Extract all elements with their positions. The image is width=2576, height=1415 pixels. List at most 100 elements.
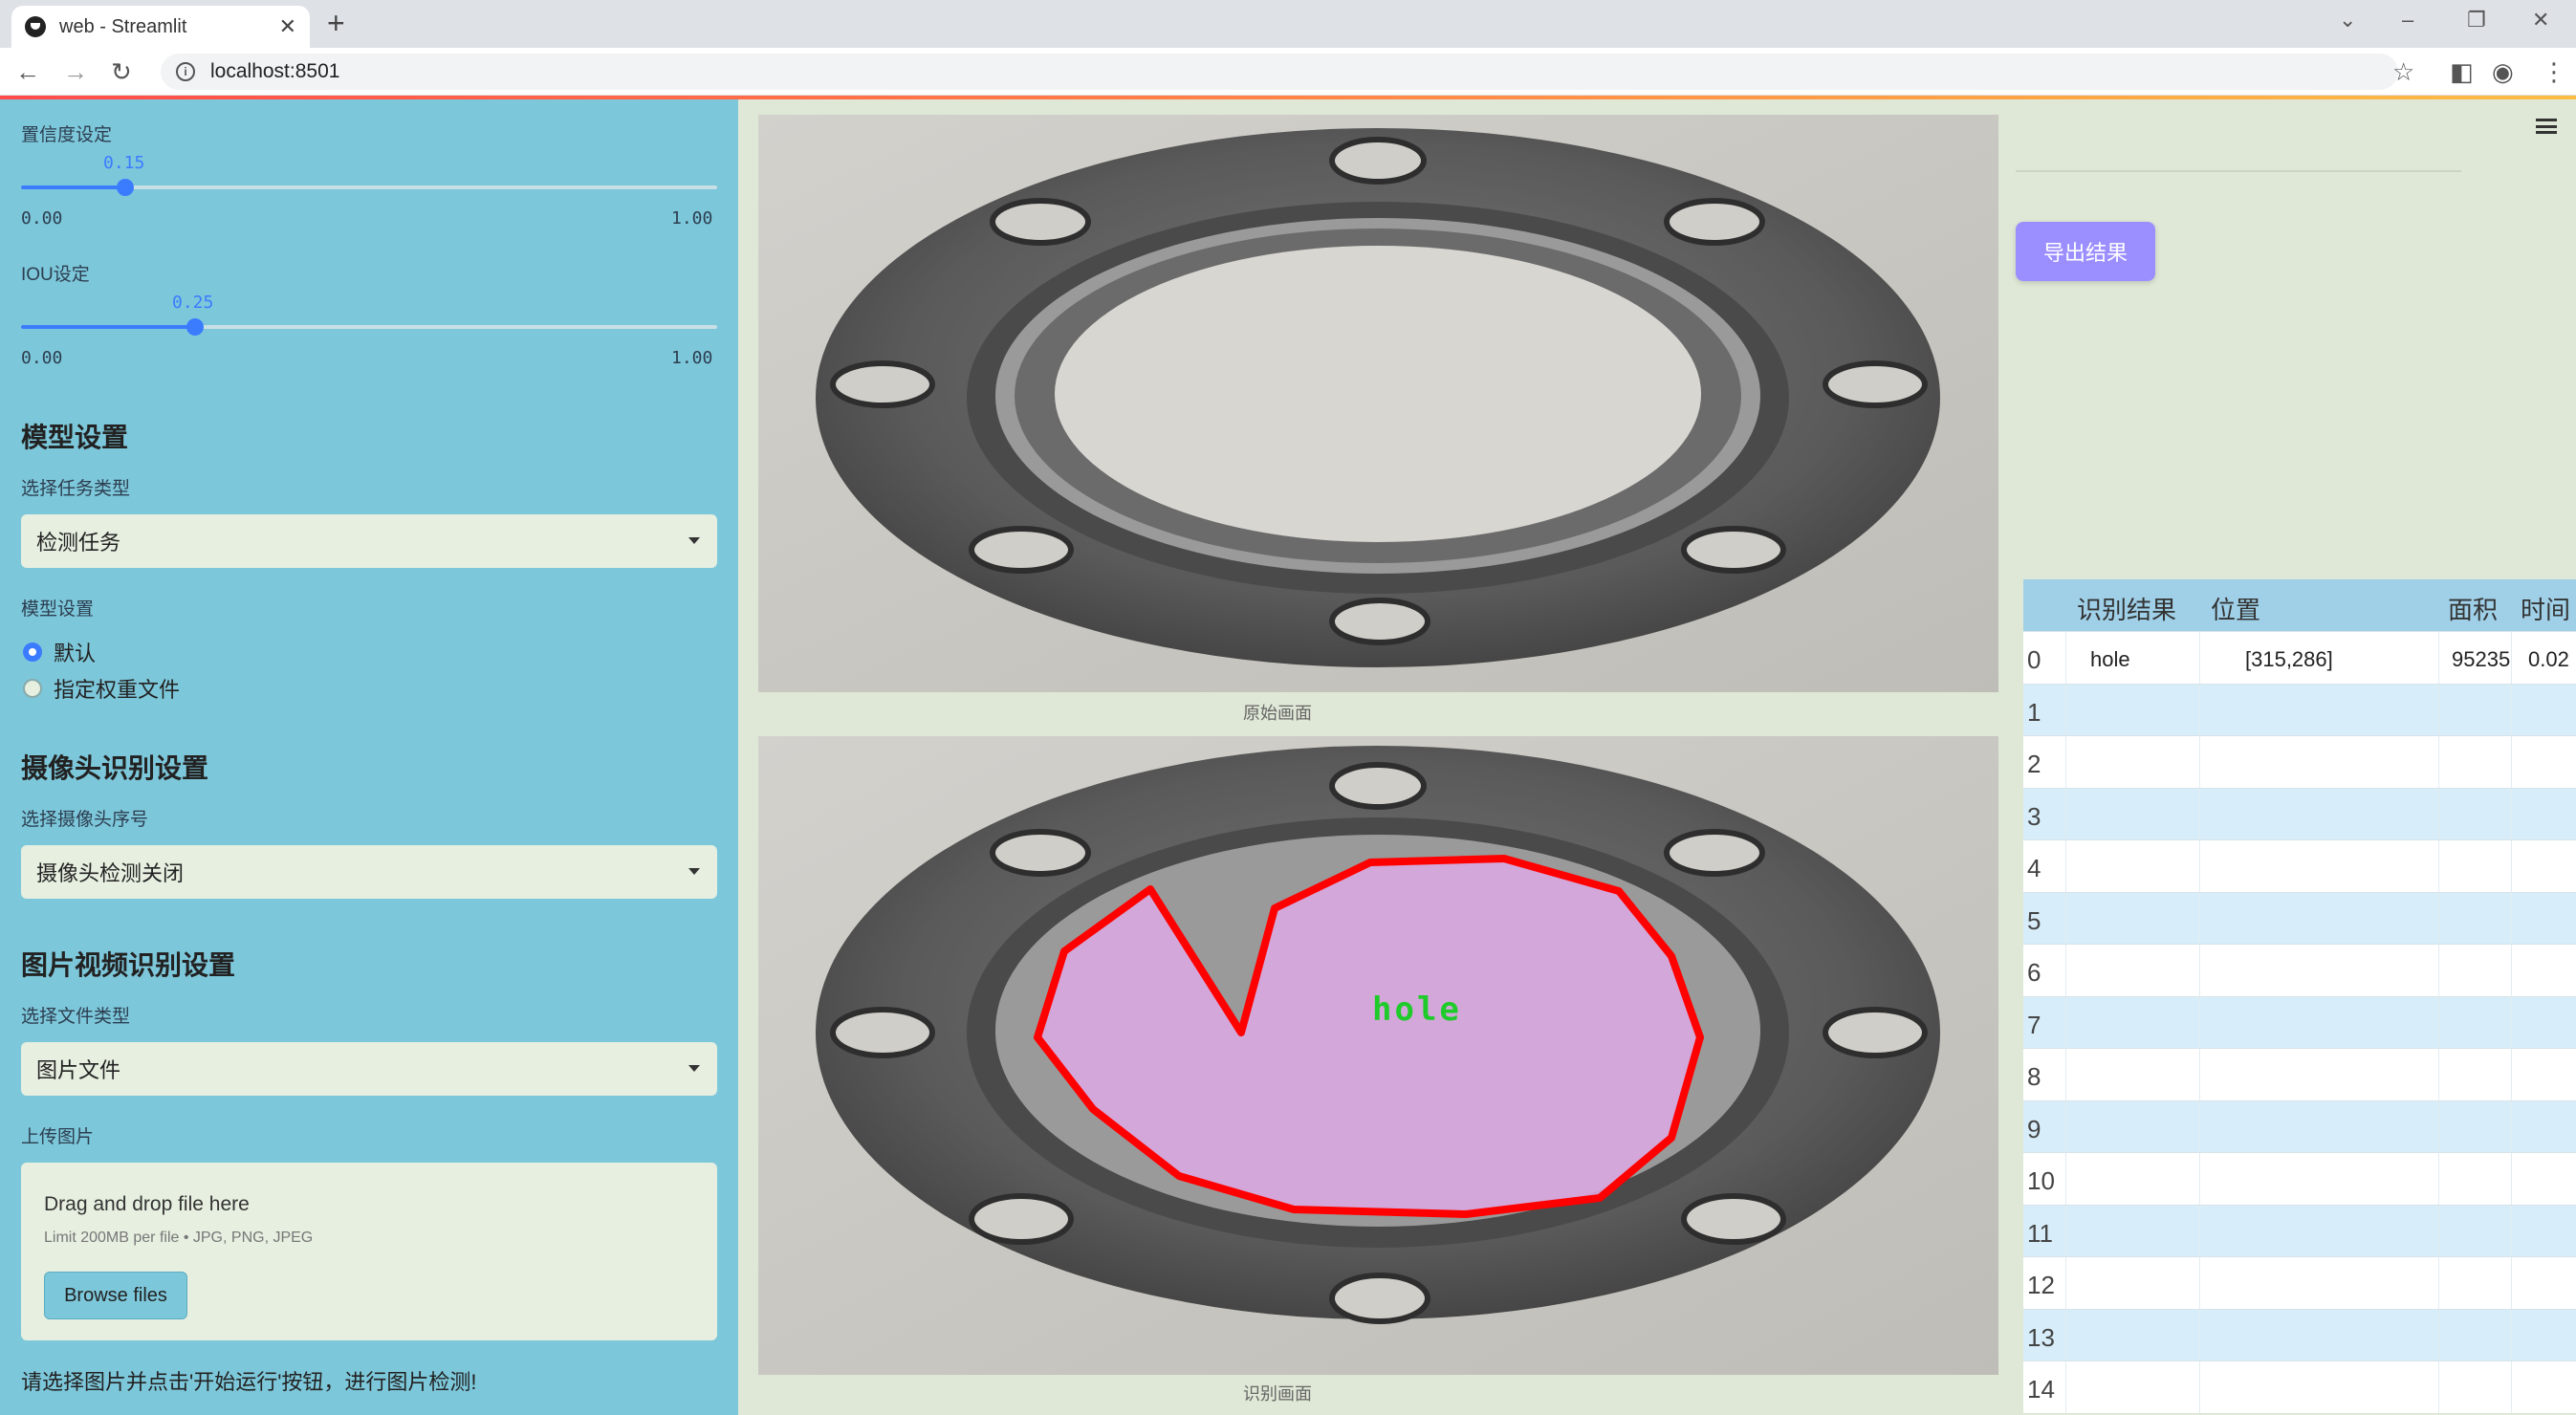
side-panel-icon[interactable]: ◧ xyxy=(2450,57,2474,87)
column-divider xyxy=(2438,788,2439,839)
table-row[interactable]: 4 xyxy=(2023,839,2576,892)
column-divider xyxy=(2511,1205,2512,1256)
column-divider xyxy=(2438,632,2439,684)
column-divider xyxy=(2199,788,2200,839)
url-field[interactable]: i localhost:8501 xyxy=(161,54,2398,90)
site-info-icon[interactable]: i xyxy=(176,62,195,81)
camera-select[interactable]: 摄像头检测关闭 xyxy=(21,845,717,899)
tab-search-chevron-icon[interactable]: ⌄ xyxy=(2339,8,2356,33)
url-text: localhost:8501 xyxy=(210,60,340,82)
iou-slider-thumb[interactable] xyxy=(186,318,204,336)
column-divider xyxy=(2199,1361,2200,1413)
column-divider xyxy=(2438,1100,2439,1152)
confidence-slider[interactable] xyxy=(21,179,717,196)
table-row[interactable]: 1 xyxy=(2023,683,2576,735)
upload-drag-text: Drag and drop file here xyxy=(44,1193,250,1215)
results-table[interactable]: 识别结果 位置 面积 时间 0 hole [315,286] 95235 0.02 1 2 3… xyxy=(2023,579,2576,1413)
confidence-min: 0.00 xyxy=(21,208,63,229)
table-row[interactable]: 11 xyxy=(2023,1204,2576,1256)
row-index: 13 xyxy=(2027,1322,2055,1352)
row-index: 7 xyxy=(2027,1010,2041,1039)
browser-menu-icon[interactable]: ⋮ xyxy=(2542,57,2566,87)
export-results-button[interactable]: 导出结果 xyxy=(2016,222,2155,281)
file-type-select[interactable]: 图片文件 xyxy=(21,1042,717,1096)
iou-slider[interactable] xyxy=(21,318,717,336)
radio-custom-weights[interactable]: 指定权重文件 xyxy=(23,673,180,704)
profile-icon[interactable]: ◉ xyxy=(2492,57,2514,87)
row-index: 0 xyxy=(2027,645,2041,674)
table-row[interactable]: 12 xyxy=(2023,1256,2576,1309)
header-time[interactable]: 时间 xyxy=(2521,591,2570,626)
browser-tab-bar: web - Streamlit ✕ + ⌄ – ❐ ✕ xyxy=(0,0,2576,48)
table-row[interactable]: 6 xyxy=(2023,944,2576,996)
confidence-slider-fill xyxy=(21,185,126,189)
row-index: 12 xyxy=(2027,1271,2055,1299)
column-divider xyxy=(2065,892,2066,944)
table-row[interactable]: 0 hole [315,286] 95235 0.02 xyxy=(2023,631,2576,684)
reload-icon[interactable]: ↻ xyxy=(111,57,132,87)
iou-min: 0.00 xyxy=(21,348,63,368)
column-divider xyxy=(2438,996,2439,1048)
iou-slider-fill xyxy=(21,325,195,329)
column-divider xyxy=(2511,632,2512,684)
streamlit-favicon-icon xyxy=(25,16,46,37)
task-type-label: 选择任务类型 xyxy=(21,479,131,499)
table-row[interactable]: 9 xyxy=(2023,1099,2576,1152)
column-divider xyxy=(2511,736,2512,788)
confidence-slider-thumb[interactable] xyxy=(117,179,135,196)
radio-unselected-icon xyxy=(23,679,42,698)
task-type-select[interactable]: 检测任务 xyxy=(21,514,717,568)
column-divider xyxy=(2438,1309,2439,1361)
table-row[interactable]: 2 xyxy=(2023,735,2576,788)
column-divider xyxy=(2511,684,2512,735)
column-divider xyxy=(2065,945,2066,996)
back-icon[interactable]: ← xyxy=(15,57,40,87)
radio-default-label: 默认 xyxy=(54,642,97,665)
browse-files-button[interactable]: Browse files xyxy=(44,1272,187,1319)
restore-icon[interactable]: ❐ xyxy=(2467,8,2486,33)
row-index: 11 xyxy=(2027,1218,2053,1248)
header-result[interactable]: 识别结果 xyxy=(2077,591,2176,626)
table-row[interactable]: 8 xyxy=(2023,1048,2576,1100)
radio-default[interactable]: 默认 xyxy=(23,637,96,667)
chevron-down-icon xyxy=(688,868,700,875)
row-index: 10 xyxy=(2027,1166,2055,1195)
flange-photo-result xyxy=(758,736,1998,1375)
confidence-value: 0.15 xyxy=(103,153,145,173)
table-row[interactable]: 7 xyxy=(2023,995,2576,1048)
minimize-icon[interactable]: – xyxy=(2402,8,2413,33)
column-divider xyxy=(2438,840,2439,892)
upload-label: 上传图片 xyxy=(21,1127,95,1147)
table-row[interactable]: 10 xyxy=(2023,1152,2576,1205)
column-divider xyxy=(2199,1153,2200,1205)
row-index: 3 xyxy=(2027,801,2041,831)
column-divider xyxy=(2199,1205,2200,1256)
new-tab-icon[interactable]: + xyxy=(327,6,345,41)
header-position[interactable]: 位置 xyxy=(2211,591,2260,626)
forward-icon[interactable]: → xyxy=(63,57,88,87)
column-divider xyxy=(2065,840,2066,892)
row-index: 14 xyxy=(2027,1375,2055,1404)
browser-tab[interactable]: web - Streamlit ✕ xyxy=(11,6,310,48)
original-caption: 原始画面 xyxy=(1243,704,1312,723)
window-close-icon[interactable]: ✕ xyxy=(2532,8,2549,33)
column-divider xyxy=(2065,1361,2066,1413)
tab-close-icon[interactable]: ✕ xyxy=(279,14,296,39)
hamburger-menu-icon[interactable] xyxy=(2536,119,2557,134)
table-row[interactable]: 3 xyxy=(2023,787,2576,839)
table-row[interactable]: 13 xyxy=(2023,1308,2576,1361)
iou-max: 1.00 xyxy=(671,348,713,368)
column-divider xyxy=(2065,684,2066,735)
row-index: 4 xyxy=(2027,854,2041,882)
table-row[interactable]: 5 xyxy=(2023,891,2576,944)
original-image xyxy=(758,115,1998,692)
model-settings-heading: 模型设置 xyxy=(21,423,129,452)
header-area[interactable]: 面积 xyxy=(2448,591,2498,626)
table-row[interactable]: 14 xyxy=(2023,1361,2576,1413)
column-divider xyxy=(2438,1205,2439,1256)
column-divider xyxy=(2065,1153,2066,1205)
bookmark-star-icon[interactable]: ☆ xyxy=(2392,57,2414,87)
upload-limit-text: Limit 200MB per file • JPG, PNG, JPEG xyxy=(44,1230,314,1246)
file-uploader-dropzone[interactable]: Drag and drop file here Limit 200MB per … xyxy=(21,1163,717,1340)
column-divider xyxy=(2438,684,2439,735)
